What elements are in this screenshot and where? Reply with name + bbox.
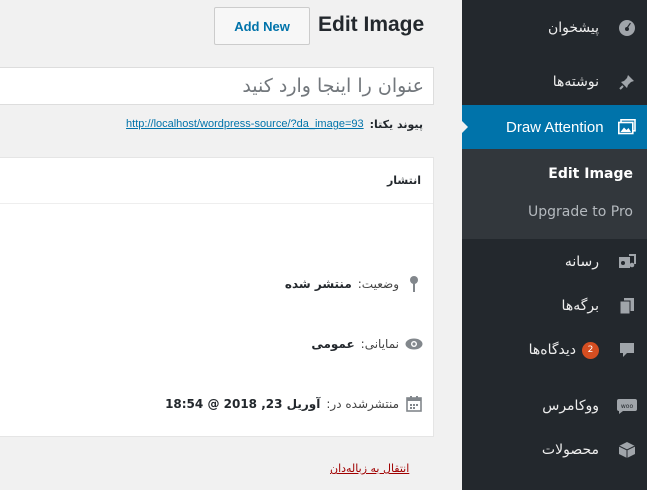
menu-label-products: محصولات bbox=[541, 442, 599, 458]
eye-icon bbox=[405, 335, 423, 353]
menu-item-draw-attention[interactable]: Draw Attention bbox=[461, 105, 647, 149]
permalink-link[interactable]: http://localhost/wordpress-source/?da_im… bbox=[126, 118, 364, 131]
menu-item-products[interactable]: محصولات bbox=[462, 430, 647, 470]
published-row: منتشرشده در: آوریل 23, 2018 @ 18:54 bbox=[165, 395, 423, 413]
post-title-input[interactable]: عنوان را اینجا وارد کنید bbox=[0, 67, 434, 105]
publish-box: انتشار وضعیت: منتشر شده نمایانی: عمومی م… bbox=[0, 157, 434, 437]
permalink-row: http://localhost/wordpress-source/?da_im… bbox=[78, 118, 423, 131]
status-row: وضعیت: منتشر شده bbox=[285, 275, 423, 293]
active-arrow bbox=[461, 120, 468, 134]
pin-icon bbox=[405, 275, 423, 293]
add-new-button[interactable]: Add New bbox=[214, 7, 310, 45]
calendar-icon bbox=[405, 395, 423, 413]
move-to-trash-link[interactable]: انتقال به زباله‌دان bbox=[330, 462, 409, 475]
menu-label-dashboard: پیشخوان bbox=[547, 20, 599, 36]
comment-bubble-icon bbox=[617, 340, 637, 360]
menu-label-comments: دیدگاه‌ها bbox=[528, 342, 576, 358]
published-label: منتشرشده در: bbox=[326, 397, 399, 411]
menu-item-comments[interactable]: دیدگاه‌ها 2 bbox=[462, 330, 647, 370]
menu-item-dashboard[interactable]: پیشخوان bbox=[462, 8, 647, 48]
status-value: منتشر شده bbox=[284, 277, 352, 291]
visibility-row: نمایانی: عمومی bbox=[311, 335, 423, 353]
comments-count-badge: 2 bbox=[582, 341, 599, 359]
images-icon bbox=[617, 117, 637, 137]
submenu-upgrade-to-pro[interactable]: Upgrade to Pro bbox=[462, 204, 647, 220]
published-value: آوریل 23, 2018 @ 18:54 bbox=[165, 397, 321, 411]
pages-icon bbox=[617, 296, 637, 316]
menu-item-woocommerce[interactable]: ووکامرس woo bbox=[462, 386, 647, 426]
menu-item-pages[interactable]: برگه‌ها bbox=[462, 286, 647, 326]
permalink-label: پیوند یکتا: bbox=[369, 118, 423, 131]
status-label: وضعیت: bbox=[357, 277, 399, 291]
dashboard-gauge-icon bbox=[617, 18, 637, 38]
menu-item-posts[interactable]: نوشته‌ها bbox=[462, 62, 647, 102]
thumbtack-icon bbox=[617, 72, 637, 92]
svg-text:woo: woo bbox=[621, 403, 634, 410]
menu-label-pages: برگه‌ها bbox=[561, 298, 599, 314]
media-icon bbox=[617, 252, 637, 272]
visibility-label: نمایانی: bbox=[360, 337, 399, 351]
submenu-edit-image[interactable]: Edit Image bbox=[462, 166, 647, 182]
admin-sidebar: پیشخوان نوشته‌ها Draw Attention Edit Ima… bbox=[461, 0, 647, 490]
menu-label-posts: نوشته‌ها bbox=[552, 74, 599, 90]
woocommerce-icon: woo bbox=[617, 396, 637, 416]
menu-label-draw-attention: Draw Attention bbox=[506, 118, 604, 136]
page-title: Edit Image bbox=[318, 13, 425, 36]
post-title-placeholder: عنوان را اینجا وارد کنید bbox=[242, 75, 424, 97]
publish-box-header[interactable]: انتشار bbox=[0, 158, 433, 204]
draw-attention-submenu: Edit Image Upgrade to Pro bbox=[462, 149, 647, 239]
visibility-value: عمومی bbox=[311, 337, 355, 351]
menu-item-media[interactable]: رسانه bbox=[462, 242, 647, 282]
box-icon bbox=[617, 440, 637, 460]
menu-label-media: رسانه bbox=[564, 254, 599, 270]
publish-heading: انتشار bbox=[386, 174, 421, 187]
menu-label-woocommerce: ووکامرس bbox=[542, 398, 599, 414]
